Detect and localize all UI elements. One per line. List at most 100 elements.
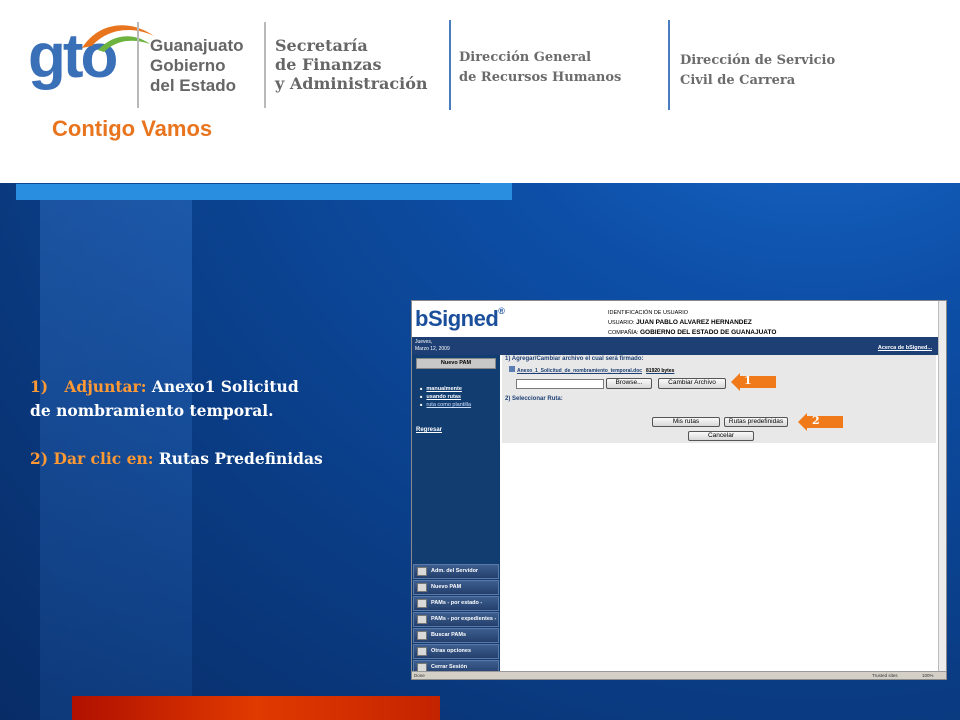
app-date-bar: Jueves, Marzo 12, 2009 Acerca de bSigned… bbox=[412, 337, 938, 355]
new-doc-icon bbox=[417, 583, 427, 592]
divider bbox=[137, 22, 139, 108]
app-sidebar: Nuevo PAM manualmente usando rutas ruta … bbox=[412, 355, 500, 679]
bsigned-logo: bSigned® bbox=[415, 306, 505, 332]
step-2-action: 2) Dar clic en: bbox=[30, 449, 154, 468]
menu-item-adm-servidor[interactable]: Adm. del Servidor bbox=[413, 564, 499, 579]
menu-label: Adm. del Servidor bbox=[431, 568, 479, 574]
cancelar-button[interactable]: Cancelar bbox=[688, 431, 754, 441]
link-ruta-plantilla[interactable]: ruta como plantilla bbox=[426, 402, 471, 408]
nuevo-pam-header[interactable]: Nuevo PAM bbox=[416, 358, 496, 369]
date-day: Jueves, bbox=[415, 339, 433, 345]
docs-icon bbox=[417, 599, 427, 608]
callout-1-label: 1 bbox=[744, 374, 752, 387]
app-main: 1) Agregar/Cambiar archivo el cual será … bbox=[500, 355, 938, 679]
gto-logo: gto bbox=[28, 25, 154, 88]
gobierno-line: del Estado bbox=[150, 76, 236, 95]
menu-item-nuevo-pam[interactable]: Nuevo PAM bbox=[413, 580, 499, 595]
sidebar-links: manualmente usando rutas ruta como plant… bbox=[420, 385, 471, 409]
folder-icon bbox=[417, 615, 427, 624]
cambiar-archivo-button[interactable]: Cambiar Archivo bbox=[658, 378, 726, 389]
rutas-predefinidas-button[interactable]: Rutas predefinidas bbox=[724, 417, 788, 427]
user-info: IDENTIFICACIÓN DE USUARIO USUARIO: JUAN … bbox=[608, 309, 776, 338]
menu-label: Nuevo PAM bbox=[431, 584, 462, 590]
secretaria-line: de Finanzas bbox=[275, 55, 382, 74]
dg-line: Dirección General bbox=[459, 50, 592, 65]
ds-line: Civil de Carrera bbox=[680, 73, 796, 88]
file-name[interactable]: Anexo_1_Solicitud_de_nombramiento_tempor… bbox=[517, 368, 642, 374]
secretaria-label: Secretaría de Finanzas y Administración bbox=[275, 36, 428, 93]
status-text: Done bbox=[414, 673, 425, 678]
step-2: 2) Dar clic en: Rutas Predefinidas bbox=[30, 447, 390, 471]
file-size: 81920 bytes bbox=[646, 368, 675, 374]
step-1-text: Anexo1 Solicitud bbox=[146, 377, 299, 396]
step-1: 1) Adjuntar: Anexo1 Solicitud bbox=[30, 375, 390, 399]
file-input[interactable] bbox=[516, 379, 604, 389]
accent-line bbox=[16, 183, 480, 184]
step1-section: 1) Agregar/Cambiar archivo el cual será … bbox=[502, 355, 936, 395]
compania-value: GOBIERNO DEL ESTADO DE GUANAJUATO bbox=[640, 329, 777, 336]
divider bbox=[668, 20, 670, 110]
menu-item-pams-estado[interactable]: PAMs - por estado - bbox=[413, 596, 499, 611]
step2-title: 2) Seleccionar Ruta: bbox=[505, 396, 563, 402]
direccion-servicio-label: Dirección de Servicio Civil de Carrera bbox=[680, 51, 835, 91]
date-value: Marzo 12, 2009 bbox=[415, 346, 450, 352]
bsigned-window: bSigned® IDENTIFICACIÓN DE USUARIO USUAR… bbox=[411, 300, 947, 680]
about-link[interactable]: Acerca de bSigned... bbox=[878, 345, 932, 352]
identificacion-label: IDENTIFICACIÓN DE USUARIO bbox=[608, 310, 689, 316]
scrollbar[interactable] bbox=[938, 301, 946, 679]
menu-label: Otras opciones bbox=[431, 648, 472, 654]
brand-mark: ® bbox=[498, 306, 505, 316]
search-icon bbox=[417, 631, 427, 640]
callout-2-arrow-icon bbox=[798, 413, 843, 431]
usuario-label: USUARIO: bbox=[608, 320, 635, 326]
brand-text: bSigned bbox=[415, 306, 499, 331]
link-manualmente[interactable]: manualmente bbox=[426, 386, 461, 392]
step-1-number: 1) bbox=[30, 377, 49, 396]
app-header: bSigned® IDENTIFICACIÓN DE USUARIO USUAR… bbox=[412, 301, 938, 337]
compania-label: COMPAÑÍA: bbox=[608, 330, 639, 336]
doc-icon bbox=[509, 366, 515, 372]
header: gto Contigo Vamos Guanajuato Gobierno de… bbox=[0, 0, 960, 183]
step-1-text-cont: de nombramiento temporal. bbox=[30, 401, 274, 420]
mis-rutas-button[interactable]: Mis rutas bbox=[652, 417, 720, 427]
options-icon bbox=[417, 647, 427, 656]
sidebar-menu: Adm. del Servidor Nuevo PAM PAMs - por e… bbox=[412, 563, 500, 676]
callout-1-arrow-icon bbox=[731, 373, 776, 391]
browse-button[interactable]: Browse... bbox=[606, 378, 652, 389]
accent-strip bbox=[16, 183, 512, 200]
zoom-level[interactable]: 100% bbox=[922, 672, 934, 679]
step2-section: 2) Seleccionar Ruta: Mis rutas Rutas pre… bbox=[502, 395, 936, 443]
menu-item-buscar-pams[interactable]: Buscar PAMs bbox=[413, 628, 499, 643]
gobierno-line: Gobierno bbox=[150, 56, 226, 75]
instructions: 1) Adjuntar: Anexo1 Solicitud de nombram… bbox=[30, 375, 390, 471]
gobierno-label: Guanajuato Gobierno del Estado bbox=[150, 36, 244, 96]
step-2-text: Rutas Predefinidas bbox=[153, 449, 323, 468]
menu-item-otras-opciones[interactable]: Otras opciones bbox=[413, 644, 499, 659]
status-bar: Done Trusted sites 100% bbox=[412, 671, 946, 679]
link-usando-rutas[interactable]: usando rutas bbox=[426, 394, 461, 400]
direccion-general-label: Dirección General de Recursos Humanos bbox=[459, 48, 621, 88]
server-icon bbox=[417, 567, 427, 576]
secretaria-line: y Administración bbox=[275, 74, 428, 93]
footer-bar bbox=[72, 696, 440, 720]
menu-label: PAMs - por expedientes - bbox=[431, 616, 497, 622]
dg-line: de Recursos Humanos bbox=[459, 70, 622, 85]
menu-item-pams-expedientes[interactable]: PAMs - por expedientes - bbox=[413, 612, 499, 627]
file-row: Anexo_1_Solicitud_de_nombramiento_tempor… bbox=[509, 366, 674, 374]
swoosh-icon bbox=[82, 25, 154, 52]
menu-label: Buscar PAMs bbox=[431, 632, 467, 638]
secretaria-line: Secretaría bbox=[275, 36, 368, 55]
regresar-link[interactable]: Regresar bbox=[416, 427, 442, 433]
step-1-action: Adjuntar: bbox=[64, 377, 147, 396]
menu-label: Cerrar Sesión bbox=[431, 664, 468, 670]
callout-2-label: 2 bbox=[812, 414, 820, 427]
step1-title: 1) Agregar/Cambiar archivo el cual será … bbox=[505, 356, 644, 362]
divider bbox=[264, 22, 266, 108]
slogan: Contigo Vamos bbox=[52, 116, 213, 141]
gobierno-line: Guanajuato bbox=[150, 36, 244, 55]
ds-line: Dirección de Servicio bbox=[680, 53, 836, 68]
status-zone: Trusted sites bbox=[872, 673, 898, 678]
menu-label: PAMs - por estado - bbox=[431, 600, 483, 606]
divider bbox=[449, 20, 451, 110]
